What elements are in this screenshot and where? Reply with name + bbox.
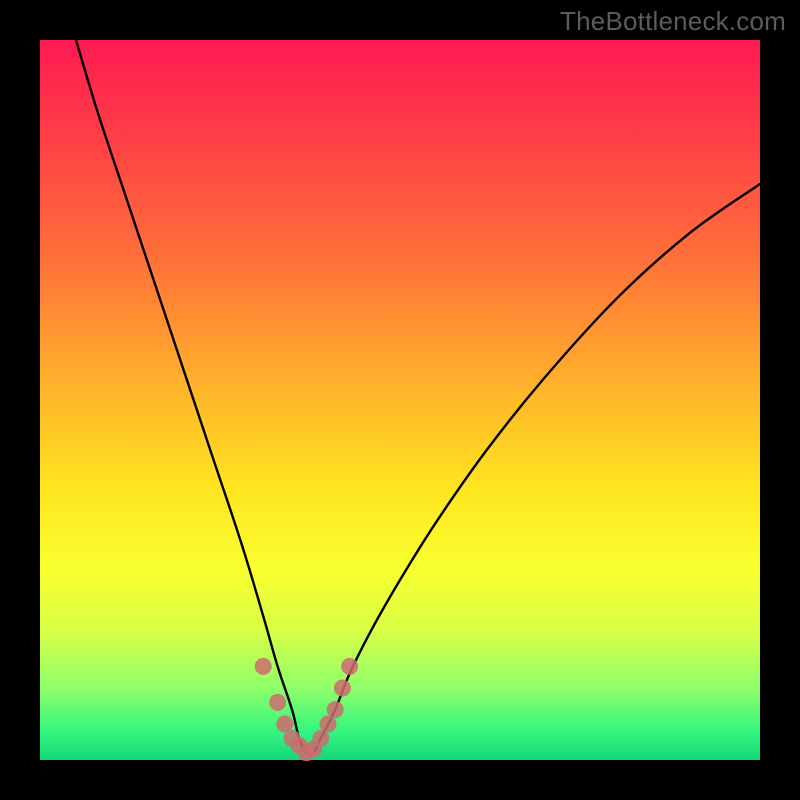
trough-highlight — [255, 658, 358, 761]
chart-frame: TheBottleneck.com — [0, 0, 800, 800]
curve-layer — [40, 40, 760, 760]
watermark-text: TheBottleneck.com — [560, 6, 786, 37]
bottleneck-curve — [76, 40, 760, 755]
plot-area — [40, 40, 760, 760]
